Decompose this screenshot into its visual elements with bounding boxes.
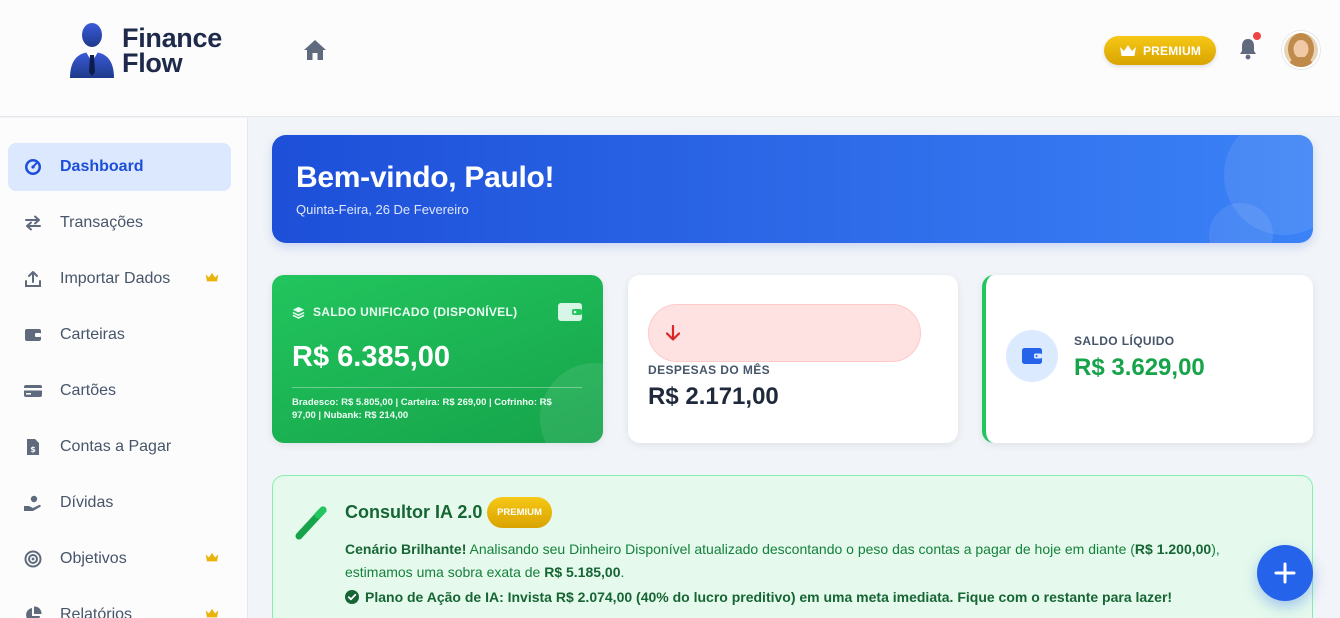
svg-text:$: $ [30, 445, 36, 454]
sidebar-item-label: Objetivos [60, 550, 127, 567]
premium-label: PREMIUM [1142, 43, 1202, 58]
bell-icon[interactable] [1238, 38, 1258, 60]
brand-logo[interactable]: Finance Flow [68, 22, 222, 80]
ai-action-plan-text: Plano de Ação de IA: Invista R$ 2.074,00… [365, 589, 1173, 605]
ai-title: Consultor IA 2.0 [345, 502, 483, 522]
home-icon[interactable] [302, 38, 328, 62]
wallet-icon [23, 325, 43, 345]
welcome-title: Bem-vindo, Paulo! [296, 161, 555, 194]
expenses-label: DESPESAS DO MÊS [648, 363, 771, 377]
check-circle-icon [345, 590, 359, 604]
ai-insight-lead: Cenário Brilhante! [345, 541, 467, 557]
divider [292, 387, 582, 388]
transfer-icon [23, 213, 43, 233]
balance-title: SALDO UNIFICADO (DISPONÍVEL) [292, 305, 517, 319]
balance-title-text: SALDO UNIFICADO (DISPONÍVEL) [313, 305, 518, 319]
sidebar-item-dashboard[interactable]: Dashboard [8, 143, 231, 191]
brand-name: Finance Flow [122, 25, 222, 78]
monthly-expenses-card[interactable]: DESPESAS DO MÊS R$ 2.171,00 [628, 275, 958, 443]
ai-insight-part1: Analisando seu Dinheiro Disponível atual… [466, 541, 1135, 557]
premium-button[interactable]: PREMIUM [1104, 36, 1216, 65]
notification-dot [1253, 32, 1261, 40]
debt-icon [23, 493, 43, 513]
brand-name-line2: Flow [122, 48, 183, 78]
ai-insight-part3: . [620, 564, 625, 580]
sidebar-item-label: Relatórios [60, 606, 133, 618]
balance-breakdown: Bradesco: R$ 5.805,00 | Carteira: R$ 269… [292, 397, 552, 421]
net-balance-card[interactable]: SALDO LÍQUIDO R$ 3.629,00 [982, 275, 1313, 443]
sidebar-item-label: Contas a Pagar [60, 438, 172, 455]
bills-amount: R$ 1.200,00 [1134, 541, 1212, 557]
sidebar-item-importar-dados[interactable]: Importar Dados [8, 255, 231, 303]
welcome-banner: Bem-vindo, Paulo! Quinta-Feira, 26 De Fe… [272, 135, 1313, 243]
balance-amount: R$ 6.385,00 [292, 341, 451, 373]
sidebar: Dashboard Transações Importar Dados Cart… [0, 118, 248, 618]
crown-icon [205, 608, 219, 618]
sidebar-item-label: Dashboard [60, 158, 144, 175]
sidebar-item-dividas[interactable]: Dívidas [8, 479, 231, 527]
net-balance-amount: R$ 3.629,00 [1074, 354, 1205, 381]
expense-indicator [648, 304, 921, 362]
businessman-logo-icon [68, 22, 116, 80]
sidebar-item-label: Carteiras [60, 326, 125, 343]
arrow-down-icon [665, 324, 681, 341]
unified-balance-card[interactable]: SALDO UNIFICADO (DISPONÍVEL) R$ 6.385,00… [272, 275, 603, 443]
avatar[interactable] [1282, 31, 1320, 69]
welcome-date: Quinta-Feira, 26 De Fevereiro [296, 202, 469, 217]
target-icon [23, 549, 43, 569]
sidebar-item-carteiras[interactable]: Carteiras [8, 311, 231, 359]
sidebar-item-label: Dívidas [60, 494, 114, 511]
sidebar-item-label: Importar Dados [60, 270, 171, 287]
plus-icon [1274, 562, 1296, 584]
ai-action-plan: Plano de Ação de IA: Invista R$ 2.074,00… [345, 589, 1172, 605]
crown-icon [1119, 44, 1136, 56]
upload-icon [23, 269, 43, 289]
wallet-icon [1006, 330, 1058, 382]
add-transaction-button[interactable] [1257, 545, 1313, 601]
sidebar-item-contas-a-pagar[interactable]: $ Contas a Pagar [8, 423, 231, 471]
crown-icon [205, 552, 219, 562]
invoice-icon: $ [23, 437, 43, 457]
premium-badge: PREMIUM [487, 497, 552, 528]
sidebar-item-relatorios[interactable]: Relatórios [8, 591, 231, 618]
chart-pie-icon [23, 605, 43, 618]
wallet-icon [557, 301, 583, 328]
ai-consultant-panel: Consultor IA 2.0 PREMIUM Cenário Brilhan… [272, 475, 1313, 618]
sidebar-item-cartoes[interactable]: Cartões [8, 367, 231, 415]
sidebar-item-label: Cartões [60, 382, 117, 399]
crown-icon [205, 272, 219, 282]
layers-icon [292, 306, 305, 319]
ai-insight-text: Cenário Brilhante! Analisando seu Dinhei… [345, 538, 1275, 584]
sidebar-item-label: Transações [60, 214, 143, 231]
dashboard-icon [23, 157, 43, 177]
sidebar-item-transacoes[interactable]: Transações [8, 199, 231, 247]
sidebar-item-objetivos[interactable]: Objetivos [8, 535, 231, 583]
top-header: Finance Flow PREMIUM [0, 0, 1340, 117]
magic-wand-icon [293, 502, 331, 547]
credit-card-icon [23, 381, 43, 401]
surplus-amount: R$ 5.185,00 [544, 564, 621, 580]
net-balance-label: SALDO LÍQUIDO [1074, 334, 1175, 348]
expenses-amount: R$ 2.171,00 [648, 383, 779, 410]
